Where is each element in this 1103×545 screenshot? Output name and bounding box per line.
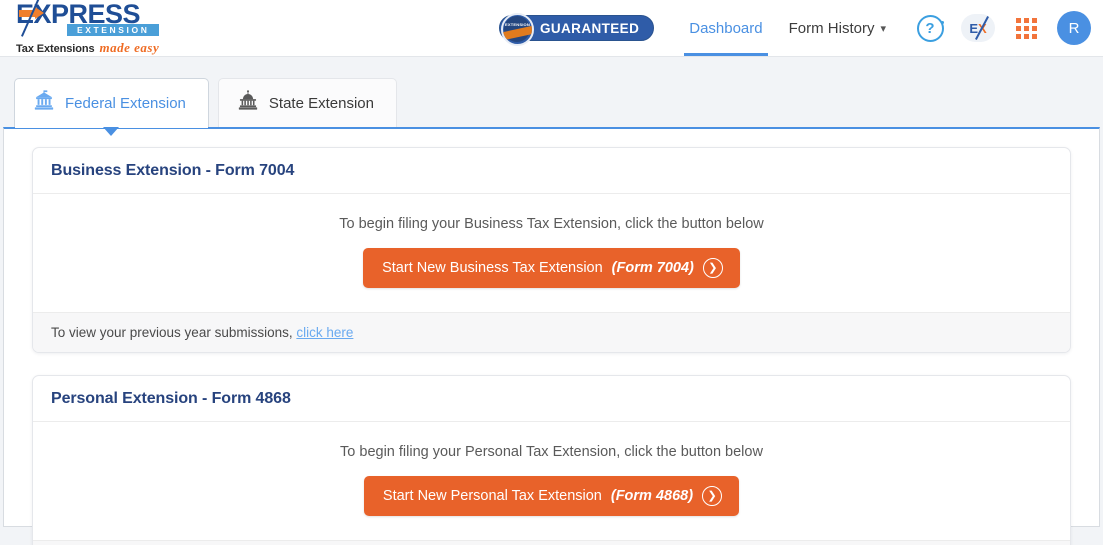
capitol-icon xyxy=(237,90,259,116)
brand-logo[interactable]: EXPRESS EXTENSION Tax Extensions made ea… xyxy=(10,0,160,56)
start-personal-extension-form: (Form 4868) xyxy=(610,488,694,504)
guarantee-seal-icon: EXTENSION xyxy=(500,12,534,46)
logo-tagline-bold: Tax Extensions xyxy=(16,42,95,55)
tab-federal-extension-label: Federal Extension xyxy=(65,94,186,112)
personal-extension-footer: To view your previous year submissions, … xyxy=(33,540,1070,545)
bank-icon xyxy=(33,90,55,116)
start-business-extension-button[interactable]: Start New Business Tax Extension (Form 7… xyxy=(363,248,740,288)
help-button[interactable]: ? xyxy=(913,11,947,45)
logo-wordmark: EXPRESS EXTENSION xyxy=(16,0,160,37)
nav-form-history-label: Form History xyxy=(788,19,875,37)
business-extension-lead: To begin filing your Business Tax Extens… xyxy=(339,216,764,232)
personal-extension-body: To begin filing your Personal Tax Extens… xyxy=(33,422,1070,540)
extension-content-panel: Business Extension - Form 7004 To begin … xyxy=(3,127,1100,545)
seal-ribbon xyxy=(502,24,532,42)
arrow-right-icon: ❯ xyxy=(702,258,723,278)
nav-form-history[interactable]: Form History ▾ xyxy=(776,0,899,56)
apps-grid-icon xyxy=(1015,17,1037,39)
business-extension-footer: To view your previous year submissions, … xyxy=(33,312,1070,352)
tab-federal-extension[interactable]: Federal Extension xyxy=(14,78,209,136)
business-extension-title: Business Extension - Form 7004 xyxy=(33,148,1070,194)
logo-tagline-script: made easy xyxy=(99,39,160,55)
avatar[interactable]: R xyxy=(1057,11,1091,45)
logo-subbrand-text: EXTENSION xyxy=(67,23,160,36)
arrow-right-icon: ❯ xyxy=(702,486,723,506)
app-root: EXPRESS EXTENSION Tax Extensions made ea… xyxy=(0,0,1103,545)
personal-extension-card: Personal Extension - Form 4868 To begin … xyxy=(32,375,1071,545)
avatar-initial: R xyxy=(1068,19,1080,37)
business-extension-footer-text: To view your previous year submissions, xyxy=(51,325,293,340)
tab-state-extension-label: State Extension xyxy=(268,94,374,112)
tab-active-pointer xyxy=(103,127,120,136)
apps-grid-button[interactable] xyxy=(1009,11,1043,45)
start-personal-extension-button[interactable]: Start New Personal Tax Extension (Form 4… xyxy=(363,476,740,516)
question-mark-icon: ? xyxy=(916,14,944,42)
nav-dashboard-label: Dashboard xyxy=(689,19,763,37)
chevron-down-icon: ▾ xyxy=(880,22,886,35)
business-extension-card: Business Extension - Form 7004 To begin … xyxy=(32,147,1071,353)
tab-state-extension[interactable]: State Extension xyxy=(217,78,397,127)
business-previous-submissions-link[interactable]: click here xyxy=(296,325,353,340)
business-extension-body: To begin filing your Business Tax Extens… xyxy=(33,194,1070,312)
start-business-extension-label: Start New Business Tax Extension xyxy=(382,260,603,276)
ex-cloud-button[interactable]: EX xyxy=(961,11,995,45)
start-personal-extension-label: Start New Personal Tax Extension xyxy=(382,488,602,504)
start-business-extension-form: (Form 7004) xyxy=(611,260,694,276)
logo-tagline: Tax Extensions made easy xyxy=(16,40,159,56)
extension-tabs: Federal Extension State Extension xyxy=(0,57,1103,136)
guaranteed-badge: GUARANTEED EXTENSION xyxy=(498,12,655,46)
seal-inner: EXTENSION xyxy=(502,16,532,42)
ex-cloud-icon: EX xyxy=(961,14,995,42)
page-body: Federal Extension State Extension Busine… xyxy=(0,57,1103,545)
app-header: EXPRESS EXTENSION Tax Extensions made ea… xyxy=(0,0,1103,57)
personal-extension-title: Personal Extension - Form 4868 xyxy=(33,376,1070,422)
personal-extension-lead: To begin filing your Personal Tax Extens… xyxy=(340,444,763,460)
nav-dashboard[interactable]: Dashboard xyxy=(676,0,775,56)
